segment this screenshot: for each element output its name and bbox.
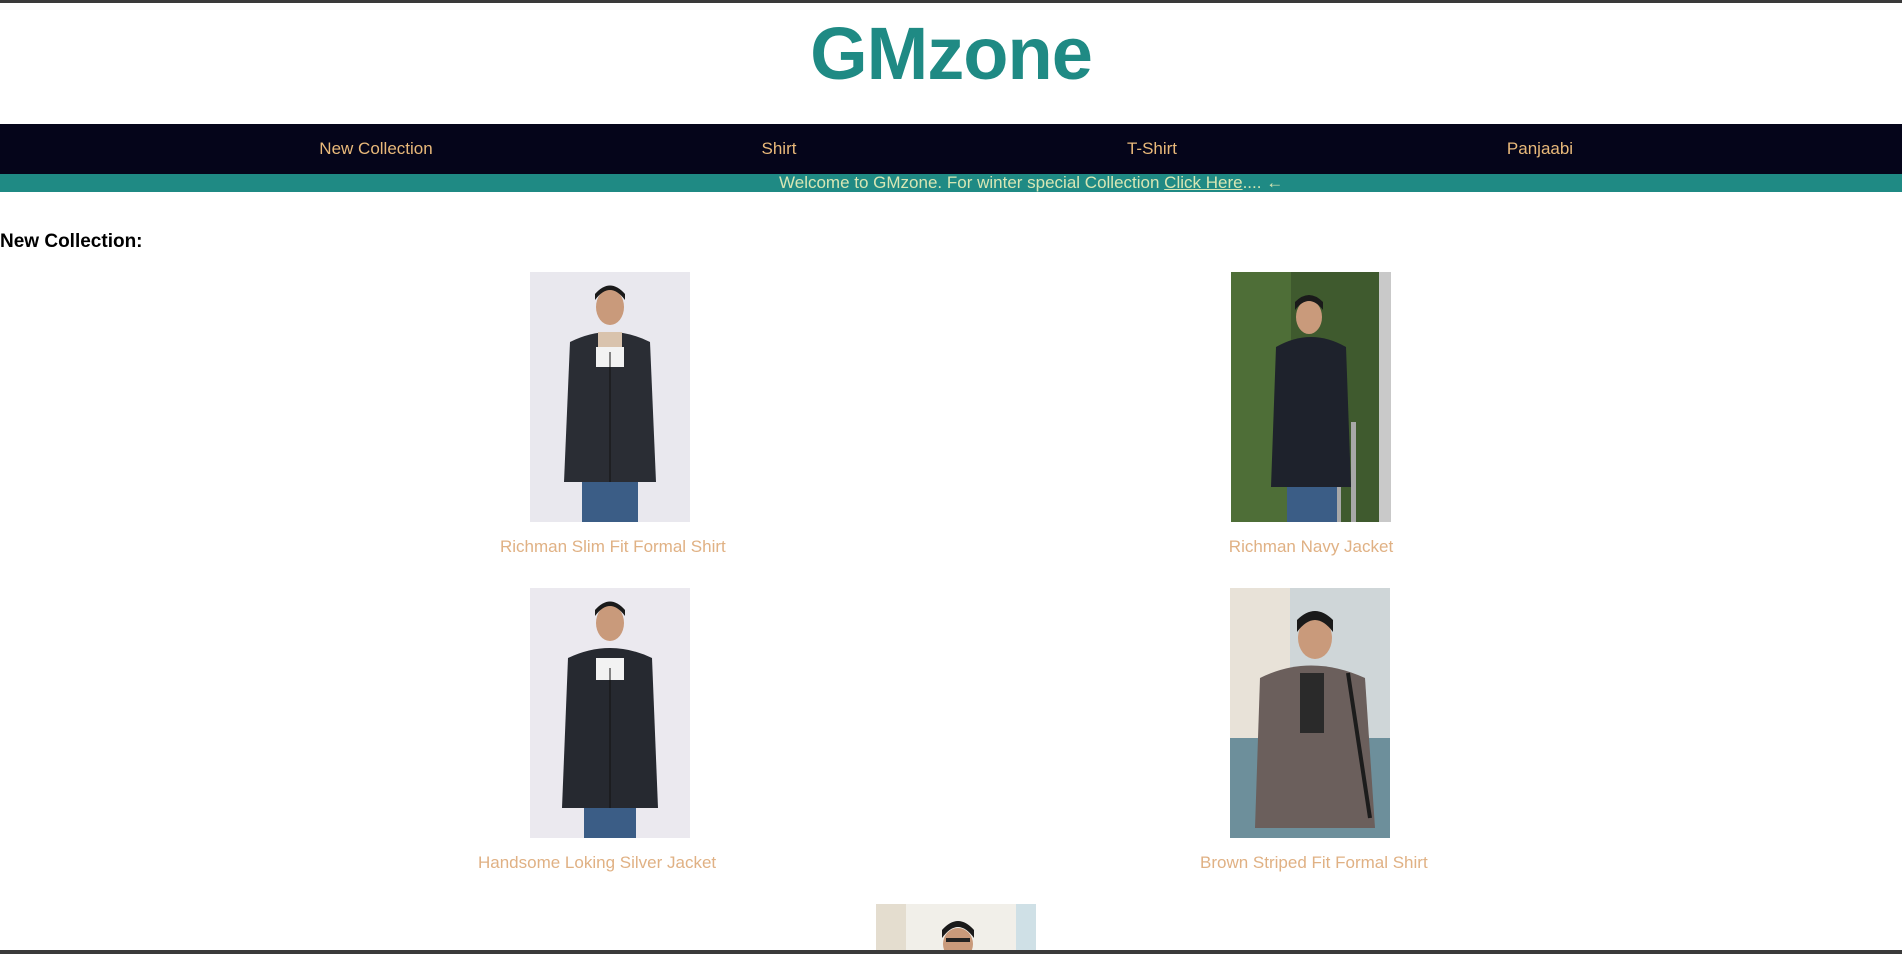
nav-item-new-collection[interactable]: New Collection xyxy=(319,139,432,159)
product-card[interactable] xyxy=(876,904,1036,950)
product-image[interactable] xyxy=(530,272,690,522)
announcement-ticker: Welcome to GMzone. For winter special Co… xyxy=(0,174,1902,192)
product-card[interactable]: Richman Slim Fit Formal Shirt xyxy=(500,272,726,557)
product-image[interactable] xyxy=(876,904,1036,950)
section-title: New Collection: xyxy=(0,231,143,252)
product-name[interactable]: Handsome Loking Silver Jacket xyxy=(478,853,716,873)
ticker-text: Welcome to GMzone. For winter special Co… xyxy=(779,173,1165,192)
main-nav: New Collection Shirt T-Shirt Panjaabi xyxy=(0,124,1902,174)
product-image[interactable] xyxy=(530,588,690,838)
product-image[interactable] xyxy=(1231,272,1391,522)
nav-item-shirt[interactable]: Shirt xyxy=(762,139,797,159)
ticker-suffix: .... xyxy=(1242,173,1267,192)
product-image[interactable] xyxy=(1230,588,1390,838)
arrow-left-icon: ← xyxy=(1266,173,1284,192)
product-name[interactable]: Brown Striped Fit Formal Shirt xyxy=(1200,853,1428,873)
ticker-message: Welcome to GMzone. For winter special Co… xyxy=(779,174,1283,192)
product-name[interactable]: Richman Slim Fit Formal Shirt xyxy=(500,537,726,557)
product-name[interactable]: Richman Navy Jacket xyxy=(1201,537,1421,557)
site-logo[interactable]: GMzone xyxy=(810,17,1093,91)
product-card[interactable]: Brown Striped Fit Formal Shirt xyxy=(1200,588,1428,873)
ticker-link[interactable]: Click Here xyxy=(1164,173,1242,192)
product-card[interactable]: Richman Navy Jacket xyxy=(1201,272,1421,557)
site-header: GMzone xyxy=(0,3,1902,121)
nav-item-t-shirt[interactable]: T-Shirt xyxy=(1127,139,1177,159)
nav-item-panjaabi[interactable]: Panjaabi xyxy=(1507,139,1573,159)
product-card[interactable]: Handsome Loking Silver Jacket xyxy=(478,588,716,873)
